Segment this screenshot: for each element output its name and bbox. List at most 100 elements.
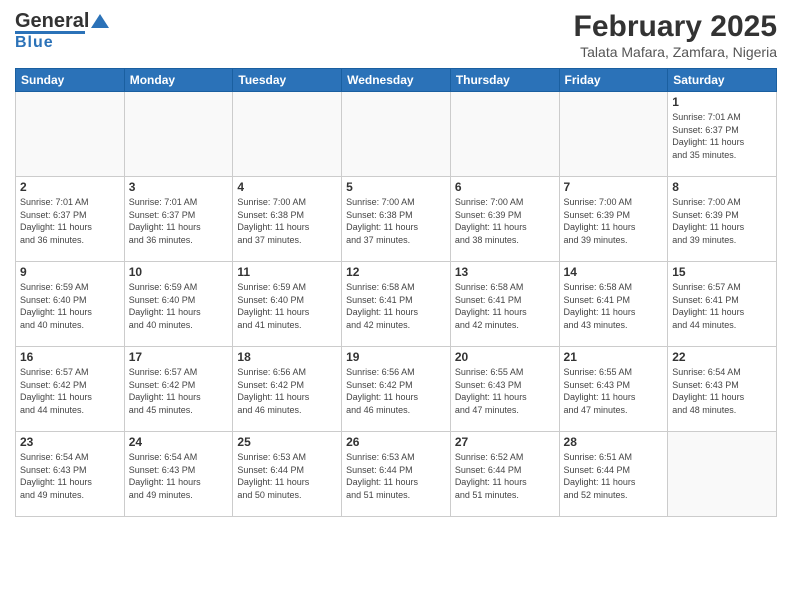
table-row: 16 Sunrise: 6:57 AMSunset: 6:42 PMDayligh…: [16, 347, 125, 432]
day-number: 16: [20, 350, 120, 364]
day-number: 24: [129, 435, 229, 449]
day-info: Sunrise: 6:56 AMSunset: 6:42 PMDaylight:…: [237, 366, 337, 416]
day-info: Sunrise: 6:59 AMSunset: 6:40 PMDaylight:…: [129, 281, 229, 331]
table-row: 20 Sunrise: 6:55 AMSunset: 6:43 PMDayligh…: [450, 347, 559, 432]
day-info: Sunrise: 7:01 AMSunset: 6:37 PMDaylight:…: [672, 111, 772, 161]
table-row: 6 Sunrise: 7:00 AMSunset: 6:39 PMDaylight…: [450, 177, 559, 262]
day-number: 6: [455, 180, 555, 194]
day-number: 26: [346, 435, 446, 449]
day-number: 25: [237, 435, 337, 449]
day-number: 19: [346, 350, 446, 364]
logo: General Blue: [15, 10, 109, 52]
month-title: February 2025: [574, 10, 777, 44]
day-number: 21: [564, 350, 664, 364]
table-row: 11 Sunrise: 6:59 AMSunset: 6:40 PMDayligh…: [233, 262, 342, 347]
day-number: 3: [129, 180, 229, 194]
day-info: Sunrise: 6:54 AMSunset: 6:43 PMDaylight:…: [672, 366, 772, 416]
table-row: 19 Sunrise: 6:56 AMSunset: 6:42 PMDayligh…: [342, 347, 451, 432]
table-row: 21 Sunrise: 6:55 AMSunset: 6:43 PMDayligh…: [559, 347, 668, 432]
col-friday: Friday: [559, 69, 668, 92]
day-info: Sunrise: 7:00 AMSunset: 6:39 PMDaylight:…: [672, 196, 772, 246]
day-info: Sunrise: 6:59 AMSunset: 6:40 PMDaylight:…: [237, 281, 337, 331]
table-row: 24 Sunrise: 6:54 AMSunset: 6:43 PMDayligh…: [124, 432, 233, 517]
table-row: 13 Sunrise: 6:58 AMSunset: 6:41 PMDayligh…: [450, 262, 559, 347]
table-row: 9Sunrise: 6:59 AMSunset: 6:40 PMDaylight…: [16, 262, 125, 347]
col-wednesday: Wednesday: [342, 69, 451, 92]
day-info: Sunrise: 6:57 AMSunset: 6:42 PMDaylight:…: [129, 366, 229, 416]
day-info: Sunrise: 6:53 AMSunset: 6:44 PMDaylight:…: [346, 451, 446, 501]
table-row: 10 Sunrise: 6:59 AMSunset: 6:40 PMDayligh…: [124, 262, 233, 347]
table-row: [124, 92, 233, 177]
table-row: 7 Sunrise: 7:00 AMSunset: 6:39 PMDaylight…: [559, 177, 668, 262]
day-number: 4: [237, 180, 337, 194]
col-tuesday: Tuesday: [233, 69, 342, 92]
day-number: 11: [237, 265, 337, 279]
table-row: [16, 92, 125, 177]
day-number: 1: [672, 95, 772, 109]
day-number: 18: [237, 350, 337, 364]
day-info: Sunrise: 7:00 AMSunset: 6:38 PMDaylight:…: [237, 196, 337, 246]
col-saturday: Saturday: [668, 69, 777, 92]
logo-general: General: [15, 10, 89, 33]
day-info: Sunrise: 6:58 AMSunset: 6:41 PMDaylight:…: [455, 281, 555, 331]
table-row: 27 Sunrise: 6:52 AMSunset: 6:44 PMDayligh…: [450, 432, 559, 517]
table-row: 18 Sunrise: 6:56 AMSunset: 6:42 PMDayligh…: [233, 347, 342, 432]
day-info: Sunrise: 6:56 AMSunset: 6:42 PMDaylight:…: [346, 366, 446, 416]
table-row: 25 Sunrise: 6:53 AMSunset: 6:44 PMDayligh…: [233, 432, 342, 517]
day-info: Sunrise: 6:57 AMSunset: 6:41 PMDaylight:…: [672, 281, 772, 331]
day-info: Sunrise: 7:00 AMSunset: 6:38 PMDaylight:…: [346, 196, 446, 246]
header: General Blue February 2025 Talata Mafara…: [15, 10, 777, 60]
logo-triangle-icon: [91, 10, 109, 28]
calendar: Sunday Monday Tuesday Wednesday Thursday…: [15, 68, 777, 517]
table-row: 2 Sunrise: 7:01 AMSunset: 6:37 PMDaylight…: [16, 177, 125, 262]
day-info: Sunrise: 6:55 AMSunset: 6:43 PMDaylight:…: [564, 366, 664, 416]
table-row: 12Sunrise: 6:58 AMSunset: 6:41 PMDayligh…: [342, 262, 451, 347]
table-row: [559, 92, 668, 177]
table-row: 1 Sunrise: 7:01 AMSunset: 6:37 PMDaylight…: [668, 92, 777, 177]
table-row: 5Sunrise: 7:00 AMSunset: 6:38 PMDaylight…: [342, 177, 451, 262]
table-row: [668, 432, 777, 517]
day-number: 2: [20, 180, 120, 194]
day-number: 20: [455, 350, 555, 364]
table-row: 22 Sunrise: 6:54 AMSunset: 6:43 PMDayligh…: [668, 347, 777, 432]
day-number: 23: [20, 435, 120, 449]
day-number: 12: [346, 265, 446, 279]
day-info: Sunrise: 6:58 AMSunset: 6:41 PMDaylight:…: [564, 281, 664, 331]
day-number: 14: [564, 265, 664, 279]
table-row: 23 Sunrise: 6:54 AMSunset: 6:43 PMDayligh…: [16, 432, 125, 517]
day-info: Sunrise: 7:00 AMSunset: 6:39 PMDaylight:…: [455, 196, 555, 246]
table-row: [450, 92, 559, 177]
logo-blue: Blue: [15, 34, 109, 52]
day-number: 28: [564, 435, 664, 449]
day-info: Sunrise: 6:54 AMSunset: 6:43 PMDaylight:…: [20, 451, 120, 501]
col-sunday: Sunday: [16, 69, 125, 92]
title-block: February 2025 Talata Mafara, Zamfara, Ni…: [574, 10, 777, 60]
day-number: 13: [455, 265, 555, 279]
day-number: 7: [564, 180, 664, 194]
table-row: [342, 92, 451, 177]
day-info: Sunrise: 6:57 AMSunset: 6:42 PMDaylight:…: [20, 366, 120, 416]
col-monday: Monday: [124, 69, 233, 92]
day-info: Sunrise: 6:59 AMSunset: 6:40 PMDaylight:…: [20, 281, 120, 331]
calendar-header-row: Sunday Monday Tuesday Wednesday Thursday…: [16, 69, 777, 92]
day-info: Sunrise: 7:00 AMSunset: 6:39 PMDaylight:…: [564, 196, 664, 246]
day-number: 22: [672, 350, 772, 364]
day-info: Sunrise: 6:53 AMSunset: 6:44 PMDaylight:…: [237, 451, 337, 501]
table-row: 3 Sunrise: 7:01 AMSunset: 6:37 PMDaylight…: [124, 177, 233, 262]
day-info: Sunrise: 6:52 AMSunset: 6:44 PMDaylight:…: [455, 451, 555, 501]
day-number: 27: [455, 435, 555, 449]
table-row: [233, 92, 342, 177]
day-info: Sunrise: 7:01 AMSunset: 6:37 PMDaylight:…: [20, 196, 120, 246]
day-info: Sunrise: 7:01 AMSunset: 6:37 PMDaylight:…: [129, 196, 229, 246]
table-row: 26 Sunrise: 6:53 AMSunset: 6:44 PMDayligh…: [342, 432, 451, 517]
day-info: Sunrise: 6:55 AMSunset: 6:43 PMDaylight:…: [455, 366, 555, 416]
day-number: 8: [672, 180, 772, 194]
col-thursday: Thursday: [450, 69, 559, 92]
table-row: 14 Sunrise: 6:58 AMSunset: 6:41 PMDayligh…: [559, 262, 668, 347]
day-info: Sunrise: 6:51 AMSunset: 6:44 PMDaylight:…: [564, 451, 664, 501]
day-info: Sunrise: 6:54 AMSunset: 6:43 PMDaylight:…: [129, 451, 229, 501]
day-number: 15: [672, 265, 772, 279]
day-number: 10: [129, 265, 229, 279]
table-row: 8 Sunrise: 7:00 AMSunset: 6:39 PMDaylight…: [668, 177, 777, 262]
table-row: 28 Sunrise: 6:51 AMSunset: 6:44 PMDayligh…: [559, 432, 668, 517]
